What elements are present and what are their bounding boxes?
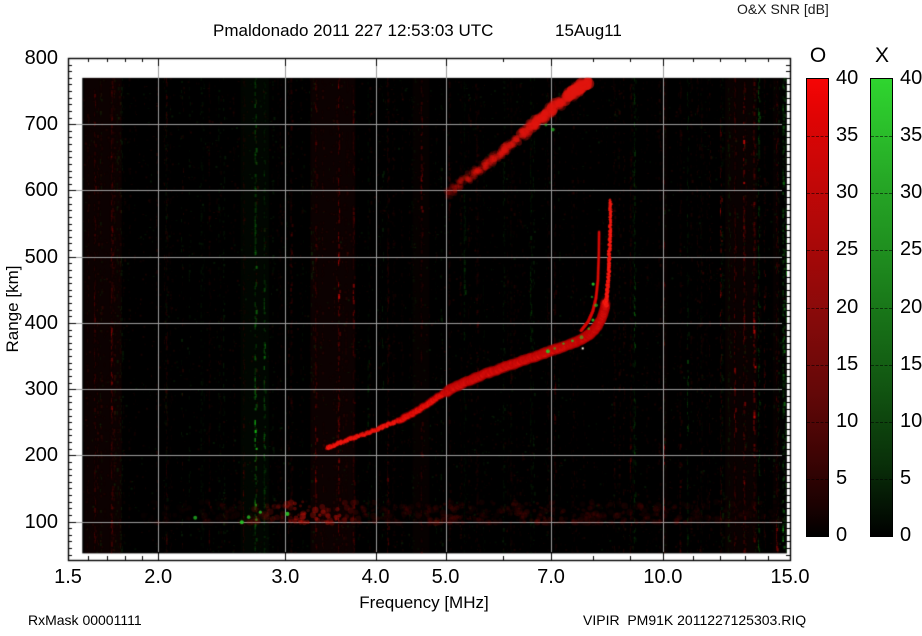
x-tick-label: 15.0 <box>770 566 810 588</box>
y-axis-title: Range [km] <box>3 265 22 353</box>
colorbar-o-tick-label: 15 <box>836 352 859 375</box>
x-axis-title: Frequency [MHz] <box>359 593 489 612</box>
colorbar-tick-mark <box>807 478 828 480</box>
colorbar-x-tick-label: 35 <box>900 124 922 147</box>
page-title: Pmaldonado 2011 227 12:53:03 UTC <box>213 21 494 40</box>
colorbar-x-tick-label: 40 <box>900 67 922 89</box>
y-tick-label: 200 <box>24 444 58 467</box>
y-tick-label: 300 <box>24 378 58 401</box>
colorbar-x-tick-label: 10 <box>900 409 922 432</box>
colorbar-x-tick-label: 20 <box>900 295 922 318</box>
y-tick-label: 700 <box>24 113 58 136</box>
colorbar-x-tick-label: 15 <box>900 352 922 375</box>
colorbar-tick-mark <box>871 364 892 366</box>
colorbar-tick-mark <box>871 250 892 252</box>
colorbar-tick-mark <box>871 421 892 423</box>
colorbar-tick-mark <box>807 136 828 138</box>
colorbar-tick-mark <box>871 307 892 309</box>
colorbar-tick-mark <box>807 250 828 252</box>
colorbar-tick-mark <box>807 364 828 366</box>
colorbar-title: O&X SNR [dB] <box>737 1 829 17</box>
ionogram-canvas <box>0 0 922 636</box>
y-tick-label: 100 <box>24 510 58 533</box>
rxmask-label: RxMask 00001111 <box>28 612 142 628</box>
colorbar-x <box>870 78 893 537</box>
colorbar-tick-mark <box>807 193 828 195</box>
ionogram-page: Pmaldonado 2011 227 12:53:03 UTC 15Aug11… <box>0 0 922 636</box>
colorbar-tick-mark <box>871 478 892 480</box>
colorbar-o-tick-label: 5 <box>836 466 848 489</box>
x-tick-label: 10.0 <box>643 566 683 588</box>
colorbar-x-tick-label: 30 <box>900 181 922 204</box>
colorbar-tick-mark <box>871 136 892 138</box>
y-tick-label: 500 <box>24 245 58 268</box>
colorbar-tick-mark <box>807 307 828 309</box>
x-tick-label: 4.0 <box>361 566 390 588</box>
colorbar-o-tick-label: 25 <box>836 238 859 261</box>
y-tick-label: 400 <box>24 311 58 334</box>
colorbar-o <box>806 78 829 537</box>
x-tick-label: 5.0 <box>431 566 460 588</box>
colorbar-o-tick-label: 20 <box>836 295 859 318</box>
x-tick-label: 1.5 <box>54 566 82 588</box>
x-tick-label: 2.0 <box>144 566 173 588</box>
colorbar-o-tick-label: 40 <box>836 67 859 89</box>
colorbar-x-tick-label: 5 <box>900 466 912 489</box>
colorbar-o-tick-label: 30 <box>836 181 859 204</box>
y-tick-label: 600 <box>24 179 58 202</box>
colorbar-o-tick-label: 0 <box>836 524 848 546</box>
colorbar-o-tick-label: 10 <box>836 409 859 432</box>
source-file-label: VIPIR PM91K 2011227125303.RIQ <box>583 612 807 628</box>
colorbar-o-label: O <box>809 44 827 67</box>
x-tick-label: 3.0 <box>271 566 300 588</box>
colorbar-tick-mark <box>871 193 892 195</box>
colorbar-o-tick-label: 35 <box>836 124 859 147</box>
colorbar-x-label: X <box>874 44 890 67</box>
x-tick-label: 7.0 <box>537 566 565 588</box>
colorbar-x-tick-label: 25 <box>900 238 922 261</box>
page-title-date: 15Aug11 <box>555 21 622 40</box>
colorbar-tick-mark <box>807 421 828 423</box>
y-tick-label: 800 <box>24 47 58 69</box>
colorbar-x-tick-label: 0 <box>900 524 912 546</box>
